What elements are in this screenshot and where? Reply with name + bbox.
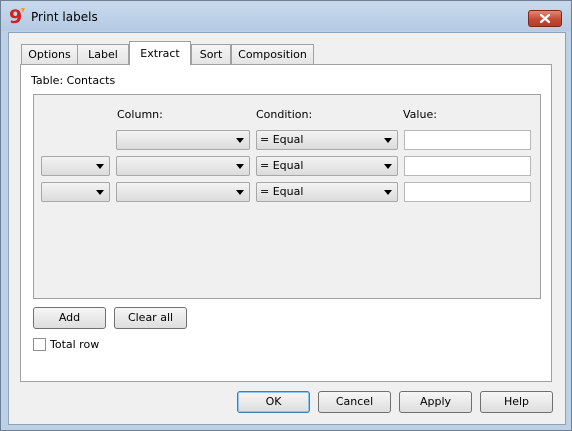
extract-tab-panel: Table: Contacts Column: Condition: Value… bbox=[20, 64, 552, 382]
tab-sort[interactable]: Sort bbox=[191, 44, 231, 64]
window-title: Print labels bbox=[31, 10, 98, 24]
chevron-down-icon bbox=[96, 164, 104, 169]
banana-app-icon: 9 bbox=[9, 6, 25, 27]
chevron-down-icon bbox=[384, 164, 392, 169]
chevron-down-icon bbox=[384, 138, 392, 143]
row1-condition-value: = Equal bbox=[260, 133, 304, 146]
tab-label[interactable]: Label bbox=[77, 44, 129, 64]
conditions-box: Column: Condition: Value: = Equal = Equa… bbox=[33, 94, 541, 299]
row2-value-input[interactable] bbox=[404, 156, 531, 176]
tab-options[interactable]: Options bbox=[21, 44, 78, 64]
tab-composition[interactable]: Composition bbox=[231, 44, 314, 64]
row2-column-dropdown[interactable] bbox=[116, 156, 250, 176]
value-header: Value: bbox=[403, 108, 437, 121]
cancel-button[interactable]: Cancel bbox=[318, 391, 391, 413]
tab-extract[interactable]: Extract bbox=[129, 41, 191, 65]
row1-value-input[interactable] bbox=[404, 130, 531, 150]
chevron-down-icon bbox=[236, 190, 244, 195]
row3-logic-dropdown[interactable] bbox=[41, 182, 110, 202]
chevron-down-icon bbox=[96, 190, 104, 195]
add-button[interactable]: Add bbox=[33, 307, 106, 329]
row2-condition-dropdown[interactable]: = Equal bbox=[256, 156, 398, 176]
row3-value-input[interactable] bbox=[404, 182, 531, 202]
apply-button[interactable]: Apply bbox=[399, 391, 472, 413]
chevron-down-icon bbox=[384, 190, 392, 195]
row2-logic-dropdown[interactable] bbox=[41, 156, 110, 176]
column-header: Column: bbox=[117, 108, 163, 121]
row1-condition-dropdown[interactable]: = Equal bbox=[256, 130, 398, 150]
row3-column-dropdown[interactable] bbox=[116, 182, 250, 202]
close-icon bbox=[539, 13, 551, 24]
row3-condition-value: = Equal bbox=[260, 185, 304, 198]
row2-condition-value: = Equal bbox=[260, 159, 304, 172]
svg-text:9: 9 bbox=[9, 6, 22, 27]
help-button[interactable]: Help bbox=[480, 391, 553, 413]
title-bar[interactable]: 9 Print labels bbox=[1, 1, 571, 31]
total-row-label[interactable]: Total row bbox=[50, 338, 99, 351]
clear-all-button[interactable]: Clear all bbox=[114, 307, 187, 329]
table-label: Table: Contacts bbox=[31, 74, 116, 87]
print-labels-dialog: 9 Print labels Options Label Extract Sor… bbox=[0, 0, 572, 431]
ok-button[interactable]: OK bbox=[237, 391, 310, 413]
close-button[interactable] bbox=[528, 10, 562, 27]
chevron-down-icon bbox=[236, 138, 244, 143]
row3-condition-dropdown[interactable]: = Equal bbox=[256, 182, 398, 202]
chevron-down-icon bbox=[236, 164, 244, 169]
row1-column-dropdown[interactable] bbox=[116, 130, 250, 150]
total-row-checkbox[interactable] bbox=[33, 338, 46, 351]
condition-header: Condition: bbox=[256, 108, 313, 121]
dialog-client-area: Options Label Extract Sort Composition T… bbox=[8, 32, 566, 425]
